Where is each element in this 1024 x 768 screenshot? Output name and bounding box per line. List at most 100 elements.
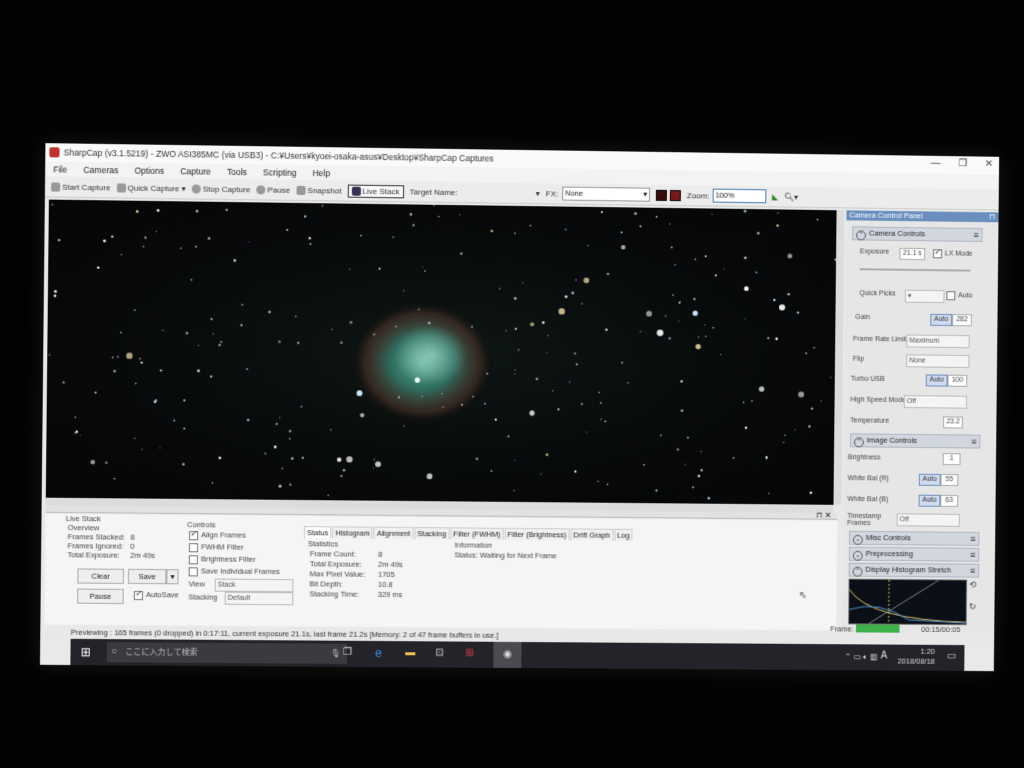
taskbar-clock[interactable]: 1:20 2018/08/18 <box>898 647 935 667</box>
white-bal-r-value[interactable]: 55 <box>940 473 959 487</box>
menu-scripting[interactable]: Scripting <box>263 167 296 178</box>
menu-capture[interactable]: Capture <box>180 166 211 176</box>
dock-close-icon[interactable]: ⊓ ✕ <box>816 511 831 520</box>
lx-mode-checkbox[interactable]: LX Mode <box>932 249 973 259</box>
camera-controls-section[interactable]: ⌃ Camera Controls ≡ <box>852 226 983 242</box>
tab-drift-graph[interactable]: Drift Graph <box>570 528 614 541</box>
star <box>664 315 667 317</box>
tray-icons[interactable]: ⌃ ▭ 🔈︎ ▥ <box>844 652 877 662</box>
gain-value[interactable]: 282 <box>952 314 972 327</box>
exposure-auto-checkbox[interactable]: Auto <box>946 291 973 301</box>
quick-capture-button[interactable]: Quick Capture ▾ <box>116 182 186 193</box>
minimize-icon[interactable]: — <box>931 158 941 169</box>
save-individual-checkbox[interactable]: Save Individual Frames <box>188 566 280 576</box>
star <box>281 467 284 470</box>
menu-cameras[interactable]: Cameras <box>83 164 118 175</box>
timestamp-select[interactable]: Off <box>896 513 960 527</box>
autosave-checkbox[interactable]: AutoSave <box>133 590 179 600</box>
star <box>820 400 822 402</box>
exposure-value[interactable]: 21.1 s <box>899 247 926 261</box>
turbo-usb-value[interactable]: 100 <box>947 374 968 387</box>
star <box>494 418 497 421</box>
edge-icon[interactable]: e <box>375 646 382 660</box>
turbo-auto-button[interactable]: Auto <box>925 374 948 387</box>
live-stack-button[interactable]: Live Stack <box>347 184 404 198</box>
quick-picks-select[interactable]: ▾ <box>904 289 945 304</box>
search-icon[interactable]: 🔍︎▾ <box>784 192 798 201</box>
star <box>605 328 609 332</box>
fwhm-filter-checkbox[interactable]: FWHM Filter <box>188 542 244 552</box>
menu-file[interactable]: File <box>53 164 67 174</box>
histogram-refresh-icon[interactable]: ↻ <box>969 601 977 612</box>
microphone-icon[interactable]: 🎙︎ <box>331 644 341 664</box>
tab-filter-fwhm[interactable]: Filter (FWHM) <box>450 527 504 540</box>
autosave-check-icon <box>133 590 144 600</box>
preprocessing-section[interactable]: ⌄ Preprocessing ≡ <box>848 546 980 562</box>
menu-tools[interactable]: Tools <box>227 166 247 176</box>
align-frames-checkbox[interactable]: Align Frames <box>189 530 246 540</box>
image-controls-section[interactable]: ⌃ Image Controls ≡ <box>849 433 981 449</box>
section-menu-icon[interactable]: ≡ <box>970 549 975 561</box>
zoom-select[interactable]: 100% <box>712 188 767 204</box>
menu-help[interactable]: Help <box>312 168 330 178</box>
taskbar-search-box[interactable]: ○ ここに入力して検索 🎙︎ <box>106 642 348 664</box>
ime-indicator[interactable]: A <box>881 650 888 661</box>
stop-capture-button[interactable]: Stop Capture <box>191 183 250 194</box>
tab-log[interactable]: Log <box>614 528 633 541</box>
clear-button[interactable]: Clear <box>77 568 125 584</box>
target-name-dropdown-icon[interactable]: ▾ <box>536 189 540 198</box>
tab-stacking[interactable]: Stacking <box>414 527 450 540</box>
frame-rate-select[interactable]: Maximum <box>906 334 970 349</box>
tab-histogram[interactable]: Histogram <box>332 526 373 539</box>
reticle-icon[interactable] <box>669 189 681 201</box>
sharpcap-taskbar-icon[interactable]: ◉ <box>493 641 522 669</box>
panel-pin-icon[interactable]: ⊓ <box>989 212 995 221</box>
close-icon[interactable]: ✕ <box>985 159 993 170</box>
white-bal-b-value[interactable]: 63 <box>940 494 959 507</box>
stacking-select[interactable]: Default <box>224 591 294 606</box>
save-button[interactable]: Save <box>127 568 167 585</box>
wb-b-auto-button[interactable]: Auto <box>918 494 941 507</box>
star <box>162 329 164 331</box>
histogram-reset-icon[interactable]: ⟲ <box>969 580 977 591</box>
pause-stack-button[interactable]: Pause <box>77 588 124 605</box>
camera-preview[interactable] <box>45 199 837 505</box>
section-menu-icon[interactable]: ≡ <box>970 565 975 577</box>
view-select[interactable]: Stack <box>214 578 294 593</box>
save-dropdown-icon[interactable]: ▾ <box>166 569 179 585</box>
high-speed-select[interactable]: Off <box>903 395 968 409</box>
snapshot-button[interactable]: Snapshot <box>296 185 341 195</box>
histogram-icon[interactable]: ◣ <box>772 192 778 201</box>
star <box>182 462 185 466</box>
preview-vertical-scrollbar[interactable] <box>833 210 845 505</box>
section-menu-icon[interactable]: ≡ <box>973 229 978 241</box>
windows-start-icon[interactable]: ⊞ <box>81 645 91 659</box>
maximize-icon[interactable]: ❐ <box>958 158 967 169</box>
wb-r-auto-button[interactable]: Auto <box>918 473 941 486</box>
file-explorer-icon[interactable]: ▬ <box>405 647 415 658</box>
pause-button[interactable]: Pause <box>256 184 290 194</box>
gain-auto-button[interactable]: Auto <box>930 313 953 327</box>
start-capture-button[interactable]: Start Capture <box>51 181 110 192</box>
menu-options[interactable]: Options <box>134 165 164 175</box>
fx-options-icon[interactable] <box>655 189 667 201</box>
fx-select[interactable]: None ▾ <box>562 186 651 202</box>
display-histogram-section[interactable]: ⌃ Display Histogram Stretch ≡ <box>848 562 980 578</box>
star <box>135 210 139 213</box>
brightness-filter-checkbox[interactable]: Brightness Filter <box>188 554 256 564</box>
tab-status[interactable]: Status <box>303 526 332 539</box>
notification-icon[interactable]: ▭ <box>947 651 956 662</box>
star <box>587 244 590 247</box>
display-histogram[interactable] <box>848 579 967 626</box>
misc-controls-section[interactable]: ⌄ Misc Controls ≡ <box>848 530 980 546</box>
gift-app-icon[interactable]: ⊞ <box>465 648 474 659</box>
tab-alignment[interactable]: Alignment <box>373 526 414 540</box>
section-menu-icon[interactable]: ≡ <box>971 436 976 448</box>
brightness-value[interactable]: 1 <box>942 453 961 466</box>
section-menu-icon[interactable]: ≡ <box>970 533 975 545</box>
exposure-slider[interactable] <box>859 268 971 272</box>
task-view-icon[interactable]: ❐ <box>343 647 352 658</box>
tab-filter-brightness[interactable]: Filter (Brightness) <box>504 527 570 541</box>
flip-select[interactable]: None <box>906 354 970 368</box>
store-icon[interactable]: ⊡ <box>435 647 444 658</box>
